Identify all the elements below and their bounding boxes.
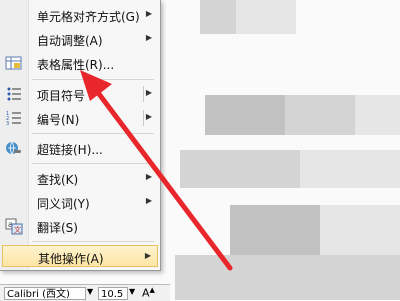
annotation-arrow xyxy=(80,70,233,271)
